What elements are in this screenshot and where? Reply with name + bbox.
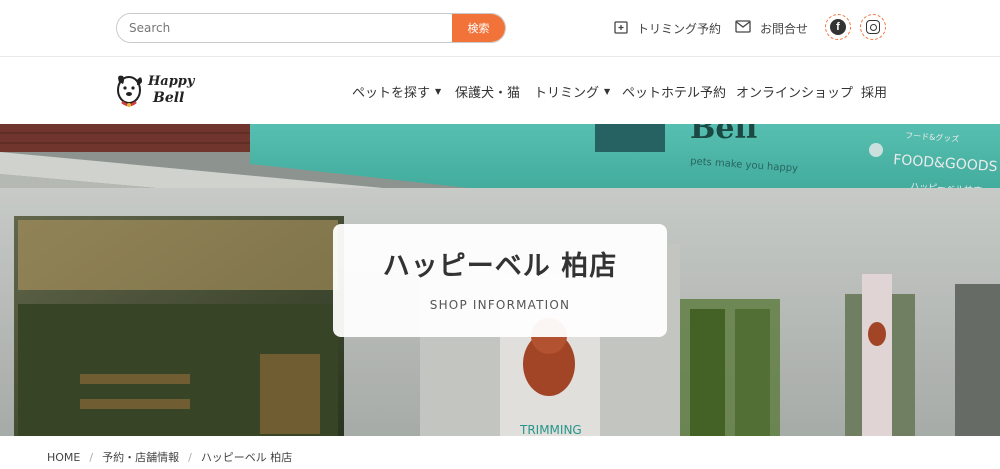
happy-bell-logo[interactable]: Happy Bell: [115, 68, 199, 110]
nav-find-pet[interactable]: ペットを探す ▼: [352, 82, 441, 101]
breadcrumb: HOME / 予約・店舗情報 / ハッピーベル 柏店: [47, 449, 292, 465]
nav-online-shop[interactable]: オンラインショップ: [736, 82, 853, 101]
trimming-reserve-link[interactable]: トリミング予約: [614, 14, 721, 42]
search-button[interactable]: 検索: [452, 14, 505, 42]
nav-online-shop-label: オンラインショップ: [736, 86, 854, 101]
nav-recruit-label: 採用: [861, 86, 888, 101]
contact-label: お問合せ: [760, 21, 809, 36]
instagram-icon: [866, 20, 880, 34]
hero-card: ハッピーベル 柏店 SHOP INFORMATION: [333, 224, 667, 337]
breadcrumb-separator: /: [89, 450, 94, 464]
breadcrumb-separator: /: [188, 450, 192, 464]
search-input[interactable]: [117, 14, 452, 42]
breadcrumb-home[interactable]: HOME: [47, 451, 80, 464]
calendar-plus-icon: [614, 20, 628, 37]
nav-trimming-label: トリミング: [534, 86, 600, 101]
top-bar: 検索 トリミング予約 お問合せ f: [0, 0, 1000, 57]
breadcrumb-section[interactable]: 予約・店舗情報: [102, 449, 179, 465]
hero-banner: Bell pets make you happy フード&グッズ FOOD&GO…: [0, 124, 1000, 436]
page-title: ハッピーベル 柏店: [382, 251, 618, 282]
main-navbar: Happy Bell ペットを探す ▼ 保護犬・猫 トリミング ▼ ペットホテル予約…: [0, 57, 1000, 124]
search-form: 検索: [116, 13, 506, 43]
nav-pet-hotel-label: ペットホテル予約: [622, 86, 727, 101]
contact-link[interactable]: お問合せ: [735, 14, 808, 42]
nav-rescue[interactable]: 保護犬・猫: [455, 82, 520, 101]
instagram-link[interactable]: [860, 14, 886, 40]
page-subtitle: SHOP INFORMATION: [429, 298, 571, 312]
nav-recruit[interactable]: 採用: [861, 82, 887, 101]
breadcrumb-current: ハッピーベル 柏店: [200, 451, 293, 464]
trimming-reserve-label: トリミング予約: [637, 21, 722, 36]
facebook-link[interactable]: f: [825, 14, 851, 40]
caret-down-icon: ▼: [604, 87, 611, 96]
nav-pet-hotel[interactable]: ペットホテル予約: [622, 82, 726, 101]
nav-find-pet-label: ペットを探す: [352, 86, 431, 101]
facebook-icon: f: [830, 19, 846, 35]
nav-trimming[interactable]: トリミング ▼: [534, 82, 610, 101]
logo-text-bell: Bell: [152, 90, 184, 106]
logo-text-happy: Happy: [147, 74, 196, 89]
caret-down-icon: ▼: [435, 87, 442, 96]
nav-rescue-label: 保護犬・猫: [455, 86, 521, 101]
envelope-icon: [735, 20, 751, 36]
